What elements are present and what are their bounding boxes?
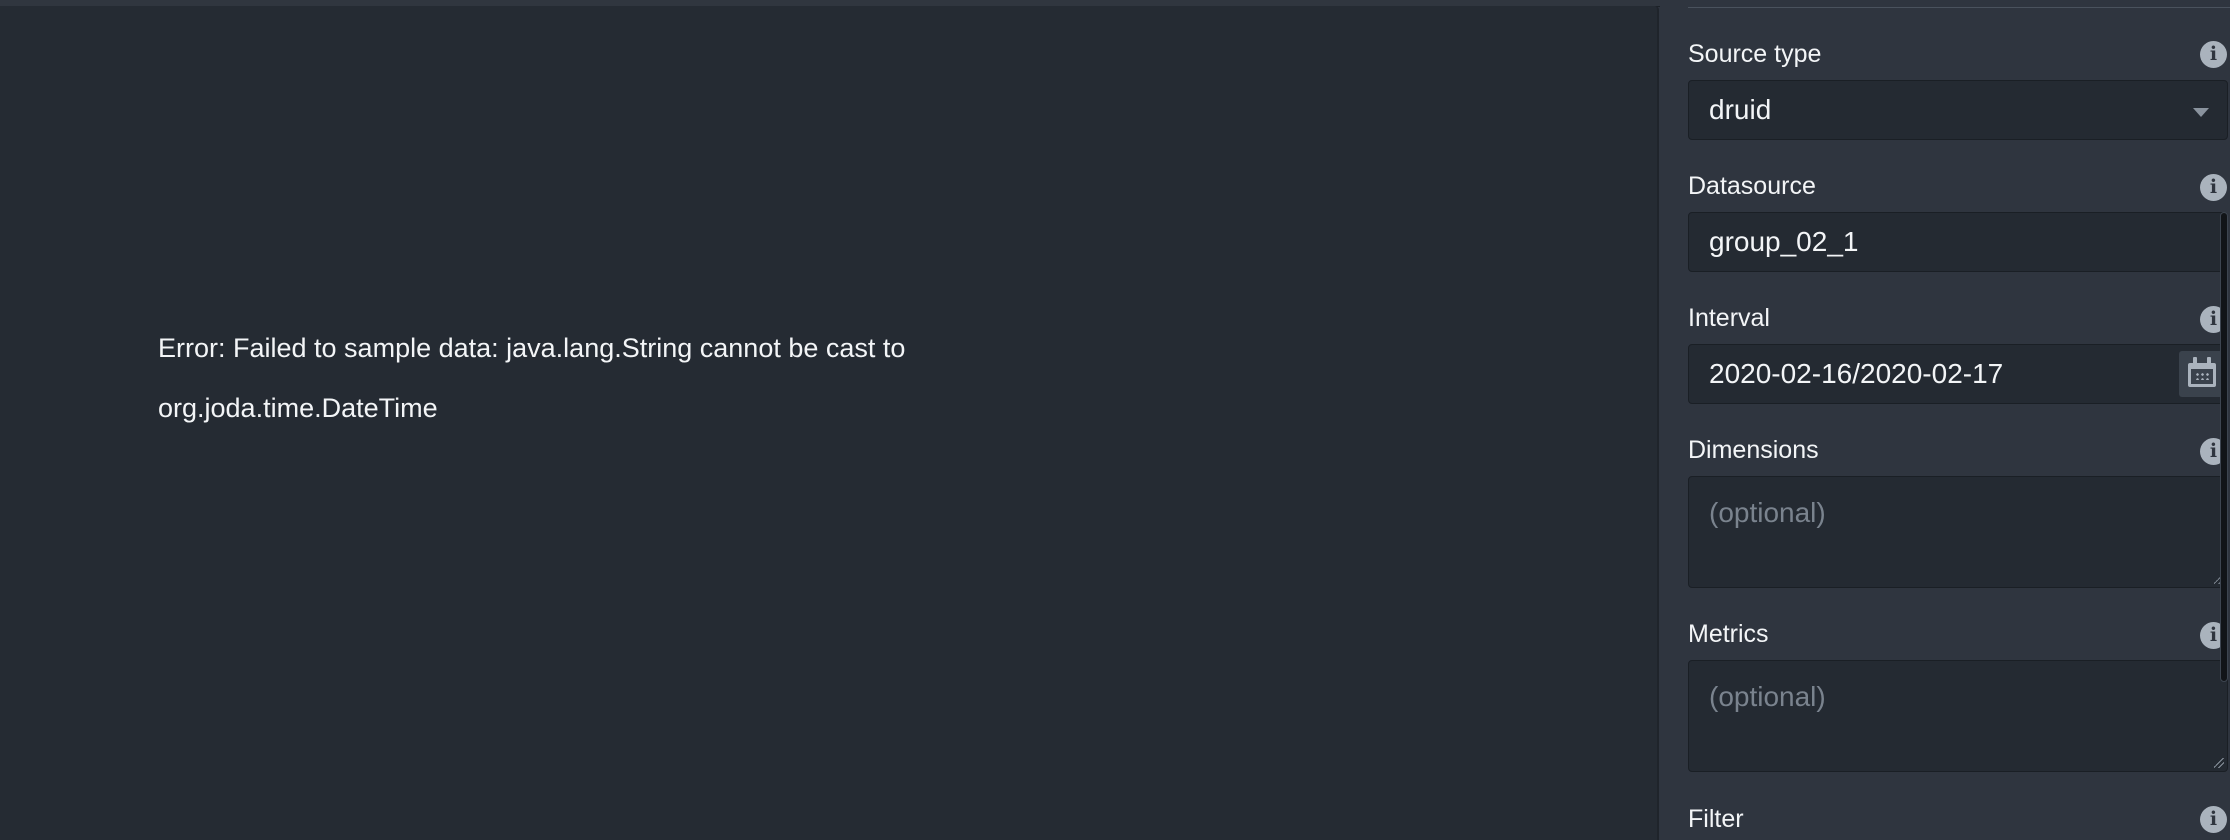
- resize-handle[interactable]: [2214, 758, 2224, 768]
- metrics-label: Metrics: [1688, 620, 1769, 648]
- error-message: Error: Failed to sample data: java.lang.…: [158, 318, 1058, 438]
- dimensions-textarea[interactable]: (optional): [1688, 476, 2228, 588]
- sample-data-panel: Error: Failed to sample data: java.lang.…: [0, 6, 1659, 840]
- divider: [1688, 7, 2230, 8]
- calendar-body: [2188, 363, 2216, 387]
- filter-label: Filter: [1688, 805, 1744, 833]
- error-line-2: org.joda.time.DateTime: [158, 393, 438, 423]
- info-icon[interactable]: i: [2200, 41, 2227, 68]
- info-icon[interactable]: i: [2200, 174, 2227, 201]
- calendar-button[interactable]: [2179, 351, 2225, 397]
- interval-value: 2020-02-16/2020-02-17: [1709, 358, 2004, 389]
- chevron-down-icon: [2193, 108, 2209, 117]
- config-sidebar: Source type i druid Datasource i group_0…: [1660, 0, 2230, 840]
- source-type-value: druid: [1709, 94, 1772, 125]
- dimensions-label: Dimensions: [1688, 436, 1819, 464]
- calendar-grid: [2195, 372, 2209, 380]
- interval-input[interactable]: 2020-02-16/2020-02-17: [1688, 344, 2228, 404]
- metrics-placeholder: (optional): [1709, 681, 1826, 712]
- error-line-1: Error: Failed to sample data: java.lang.…: [158, 333, 906, 363]
- source-type-select[interactable]: druid: [1688, 80, 2228, 140]
- datasource-value: group_02_1: [1709, 226, 1859, 257]
- datasource-input[interactable]: group_02_1: [1688, 212, 2228, 272]
- info-icon[interactable]: i: [2200, 806, 2227, 833]
- source-type-label: Source type: [1688, 40, 1822, 68]
- datasource-label: Datasource: [1688, 172, 1816, 200]
- metrics-textarea[interactable]: (optional): [1688, 660, 2228, 772]
- interval-label: Interval: [1688, 304, 1770, 332]
- dimensions-placeholder: (optional): [1709, 497, 1826, 528]
- sidebar-scrollbar[interactable]: [2220, 212, 2228, 682]
